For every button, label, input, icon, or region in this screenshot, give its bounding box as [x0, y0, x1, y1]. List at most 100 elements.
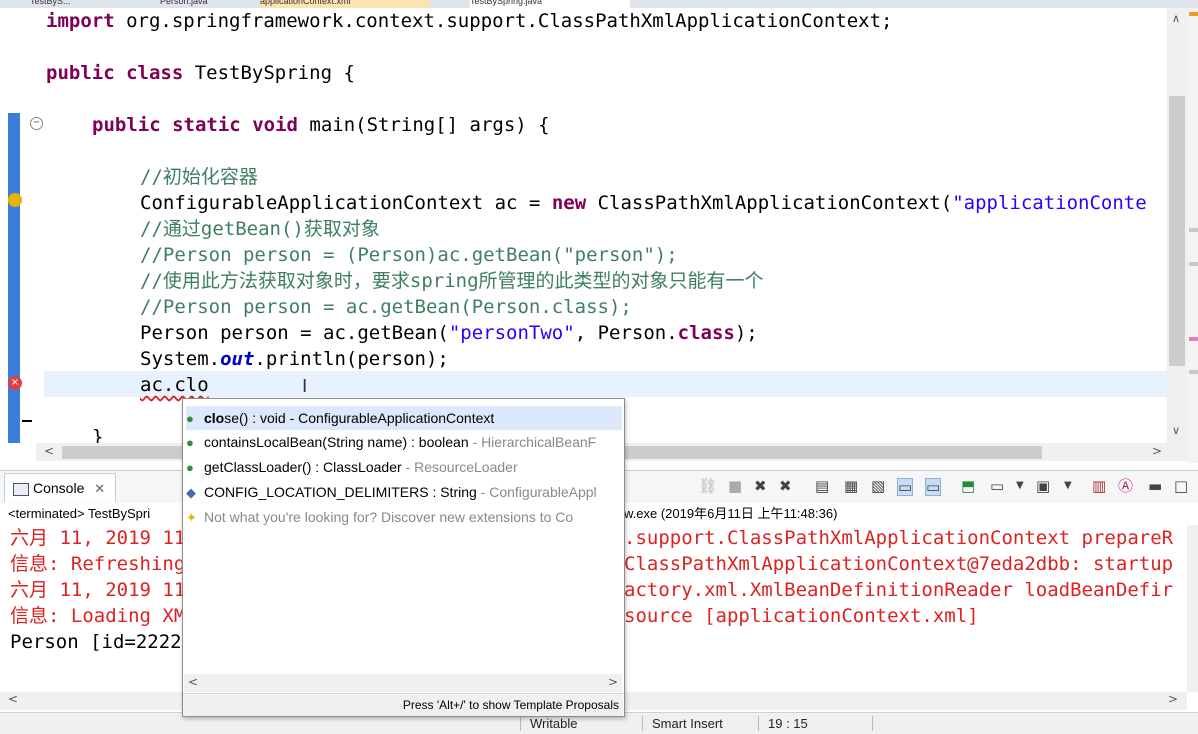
console-line-left: 六月 11, 2019 11 — [10, 579, 186, 601]
overview-marker[interactable] — [1189, 370, 1198, 374]
editor-vertical-scroll-thumb[interactable] — [1169, 96, 1185, 366]
overview-marker[interactable] — [1189, 228, 1198, 232]
popup-horizontal-scrollbar[interactable] — [184, 674, 622, 692]
code-text: ); — [734, 322, 758, 344]
fold-line-icon — [22, 420, 32, 422]
scroll-lock-icon[interactable]: ▦ — [844, 478, 858, 494]
discover-extensions-link[interactable]: ✦ Not what you're looking for? Discover n… — [186, 505, 622, 529]
scroll-right-icon[interactable]: > — [1168, 692, 1178, 706]
code-text: TestBySpring { — [183, 62, 355, 84]
console-line-right: source [applicationContext.xml] — [624, 605, 979, 627]
scroll-down-icon[interactable]: ∨ — [1172, 424, 1180, 437]
keyword: import — [46, 10, 115, 32]
tab-console[interactable]: Console ✕ — [4, 473, 116, 502]
link-icon[interactable]: ⛓ — [698, 478, 717, 494]
code-line-import: import org.springframework.context.suppo… — [46, 8, 893, 34]
overview-marker[interactable] — [1189, 262, 1198, 266]
discover-extensions-text: Not what you're looking for? Discover ne… — [204, 509, 574, 525]
open-console-icon[interactable]: ▣ — [1036, 478, 1050, 494]
overview-warning-marker[interactable] — [1189, 12, 1198, 16]
tab-testbyspring[interactable]: TestBySpring.java — [470, 0, 630, 8]
overview-ruler[interactable] — [1187, 8, 1198, 463]
proposal-signature: containsLocalBean(String name) : boolean — [204, 434, 469, 450]
proposal-close[interactable]: ● close() : void - ConfigurableApplicatio… — [186, 406, 622, 430]
proposal-containslocalbean[interactable]: ● containsLocalBean(String name) : boolea… — [186, 430, 622, 454]
warning-lightbulb-icon[interactable] — [8, 193, 22, 207]
text-cursor-icon: I — [302, 376, 308, 397]
popup-footer: Press 'Alt+/' to show Template Proposals — [183, 693, 623, 716]
view-menu-icon[interactable]: ▥ — [1092, 478, 1106, 494]
close-icon[interactable]: ✕ — [94, 481, 105, 496]
console-line-right: .support.ClassPathXmlApplicationContext … — [624, 527, 1174, 549]
error-icon[interactable]: × — [8, 376, 22, 390]
chevron-down-icon[interactable]: ▼ — [1064, 478, 1072, 494]
status-divider — [520, 716, 521, 731]
code-comment: //通过getBean()获取对象 — [140, 218, 380, 240]
code-text: ClassPathXmlApplicationContext( — [586, 192, 953, 214]
code-comment: //Person person = (Person)ac.getBean("pe… — [140, 244, 678, 266]
keyword: void — [252, 114, 298, 136]
public-method-icon: ● — [186, 460, 194, 475]
display-console-icon[interactable]: ▭ — [990, 478, 1004, 494]
show-stdout-icon[interactable]: ▭ — [897, 478, 914, 496]
proposal-match: clo — [204, 410, 225, 426]
remove-all-icon[interactable]: ✖ — [779, 478, 792, 494]
code-line-class: public class TestBySpring { — [46, 60, 355, 86]
console-terminated-label: <terminated> TestBySpri — [8, 506, 151, 521]
pin-console-icon[interactable]: ⬒ — [961, 478, 975, 494]
code-text: ConfigurableApplicationContext ac = — [140, 192, 552, 214]
console-line-left: 信息: Loading XM — [10, 605, 186, 627]
code-line-current[interactable]: ac.clo — [140, 372, 209, 398]
remove-launch-icon[interactable]: ✖ — [754, 478, 767, 494]
clear-console-icon[interactable]: ▤ — [815, 478, 829, 494]
code-comment: //使用此方法获取对象时，要求spring所管理的此类型的对象只能有一个 — [140, 270, 764, 292]
string-literal: "personTwo" — [448, 322, 575, 344]
proposal-detail: - HierarchicalBeanF — [468, 434, 597, 450]
code-line-println: System.out.println(person); — [140, 346, 449, 372]
show-stderr-icon[interactable]: ▭ — [925, 478, 942, 496]
status-divider — [758, 716, 759, 731]
static-final-field-icon: ◆ — [186, 485, 196, 500]
code-text: main(String[] args) { — [297, 114, 550, 136]
status-divider — [642, 716, 643, 731]
status-cursor-position: 19 : 15 — [768, 716, 808, 731]
ant-icon[interactable]: Ⓐ — [1118, 478, 1133, 494]
code-comment: //Person person = ac.getBean(Person.clas… — [140, 296, 632, 318]
lightbulb-icon: ✦ — [186, 510, 197, 525]
console-line-left: Person [id=2222 — [10, 631, 182, 653]
console-line-left: 信息: Refreshing — [10, 553, 186, 575]
tab-applicationcontext[interactable]: applicationContext.xml — [260, 0, 430, 8]
scroll-right-icon[interactable]: > — [1152, 444, 1162, 458]
fold-collapse-icon[interactable]: − — [30, 117, 43, 130]
tab-person[interactable]: Person.java — [160, 0, 240, 8]
keyword: static — [172, 114, 241, 136]
maximize-icon[interactable]: □ — [1174, 478, 1188, 494]
code-comment: //初始化容器 — [140, 166, 258, 188]
static-field: out — [220, 348, 255, 370]
code-text: .println(person); — [254, 348, 449, 370]
proposal-getclassloader[interactable]: ● getClassLoader() : ClassLoader - Resour… — [186, 455, 622, 479]
code-line-main: public static void main(String[] args) { — [92, 112, 550, 138]
scroll-left-icon[interactable]: < — [188, 675, 198, 689]
keyword: class — [677, 322, 735, 344]
proposal-config-location-delimiters[interactable]: ◆ CONFIG_LOCATION_DELIMITERS : String - C… — [186, 480, 622, 504]
proposal-detail: - ResourceLoader — [401, 459, 518, 475]
current-line-highlight — [44, 371, 1167, 397]
tab-testbys[interactable]: TestByS... — [30, 0, 120, 8]
console-launch-time: w.exe (2019年6月11日 上午11:48:36) — [624, 506, 838, 521]
chevron-down-icon[interactable]: ▼ — [1016, 478, 1024, 494]
overview-marker[interactable] — [1189, 337, 1198, 341]
editor-gutter — [0, 8, 44, 443]
scroll-up-icon[interactable]: ∧ — [1172, 12, 1180, 25]
console-vertical-scrollbar[interactable] — [1187, 525, 1198, 692]
word-wrap-icon[interactable]: ▧ — [871, 478, 885, 494]
code-line-context: ConfigurableApplicationContext ac = new … — [140, 190, 1147, 216]
console-line-left: 六月 11, 2019 11 — [10, 527, 186, 549]
console-line-right: ClassPathXmlApplicationContext@7eda2dbb:… — [624, 553, 1174, 575]
scroll-left-icon[interactable]: < — [8, 692, 18, 706]
console-description: <terminated> TestBySpri — [8, 503, 150, 525]
terminate-icon[interactable]: ■ — [728, 478, 742, 494]
scroll-right-icon[interactable]: > — [608, 675, 618, 689]
scroll-left-icon[interactable]: < — [44, 444, 54, 458]
minimize-icon[interactable]: ▬ — [1148, 478, 1162, 494]
